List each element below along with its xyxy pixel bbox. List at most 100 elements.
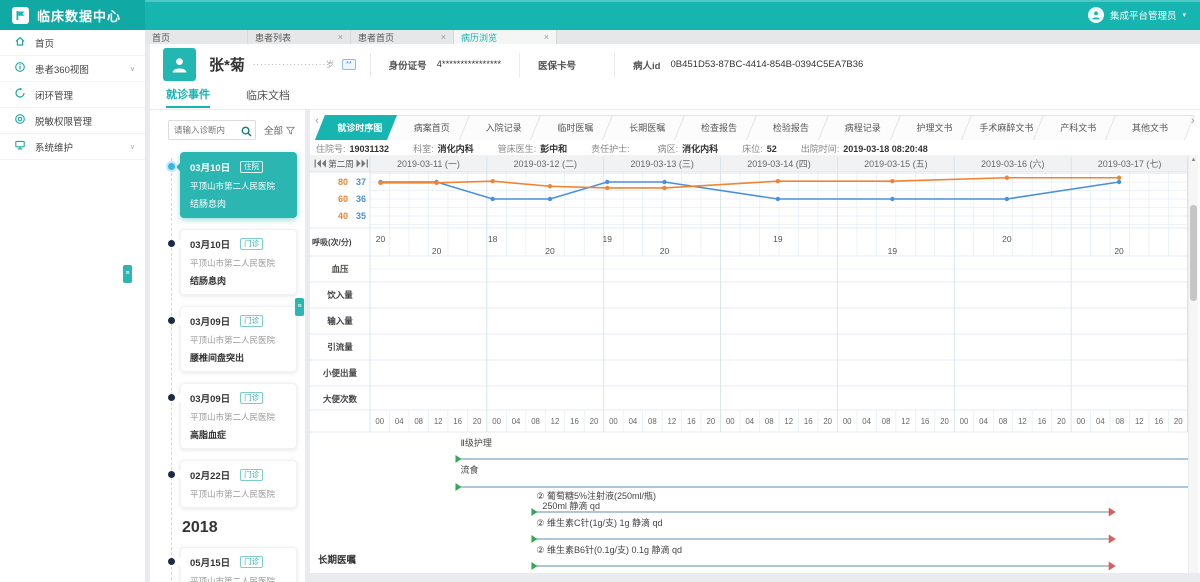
timeline-collapse-handle[interactable]: ≡ — [295, 298, 304, 316]
scroll-up-arrow[interactable]: ▲ — [1189, 155, 1198, 165]
time-axis-tick: 00 — [726, 417, 735, 426]
timeline-event-card[interactable]: 03月09日 门诊 平顶山市第二人民医院 高脂血症 — [168, 383, 297, 449]
sidebar-item-2[interactable]: 患者360视图 ∨ — [0, 56, 145, 82]
doc-tab-label: 检查报告 — [701, 122, 738, 133]
respiration-value: 20 — [660, 246, 670, 256]
patient-name: 张*菊 — [209, 57, 245, 74]
sidebar-item-5[interactable]: 系统维护 ∨ — [0, 134, 145, 160]
visit-timeline-panel: 全部 03月10日住院平顶山市第二人民医院结肠息肉 03月10日门诊平顶山市第二人… — [150, 110, 305, 582]
timeline-date-row: 03月10日 住院 — [190, 160, 287, 174]
patient-field-label: 医保卡号 — [538, 60, 577, 72]
vitals-chart: 第二周 2019-03-11 (一) 2019-03-12 (二) 2019-03-1… — [310, 155, 1188, 573]
timeline-date-row: 05月15日 门诊 — [190, 555, 287, 569]
event-diagnosis: 结肠息肉 — [190, 199, 227, 209]
admission-info-row: 住院号: 19031132 科室: 消化内科 管床医生: 彭中和 责任护士: 病区: 消化内科床… — [316, 141, 1196, 155]
temperature-point — [490, 196, 495, 202]
event-type-badge: 门诊 — [240, 556, 264, 568]
doc-tab-6[interactable]: 检查报告 — [683, 114, 755, 140]
search-icon[interactable] — [241, 124, 252, 142]
filter-control[interactable]: 全部 — [264, 123, 296, 137]
window-tab-label: 患者首页 — [358, 32, 395, 43]
user-menu[interactable]: 集成平台管理员 ▾ — [1087, 0, 1186, 30]
close-icon[interactable]: × — [544, 32, 549, 42]
user-avatar-icon — [1087, 7, 1104, 23]
close-icon[interactable]: × — [441, 32, 446, 42]
timeline-event-card[interactable]: 05月15日 门诊 平顶山市第二人民医院 — [168, 547, 297, 582]
window-tab-2[interactable]: 患者列表 × — [248, 30, 351, 44]
respiration-value: 19 — [888, 246, 898, 256]
doc-tab-5[interactable]: 长期医嘱 — [611, 114, 683, 140]
close-icon[interactable]: × — [338, 32, 343, 42]
sidebar-item-4[interactable]: 脱敏权限管理 — [0, 108, 145, 134]
event-date: 03月10日 — [190, 240, 231, 251]
sidebar-item-3[interactable]: 闭环管理 — [0, 82, 145, 108]
doc-tab-3[interactable]: 入院记录 — [468, 114, 540, 140]
respiration-value: 20 — [1002, 234, 1012, 244]
pulse-axis-tick: 80 — [338, 177, 348, 187]
admission-field-value: 彭中和 — [540, 143, 568, 154]
timeline-date-row: 03月10日 门诊 — [190, 237, 287, 251]
doc-tab-label: 长期医嘱 — [629, 122, 666, 133]
week-nav-bar — [366, 159, 368, 168]
time-axis-tick: 00 — [1077, 417, 1086, 426]
scrollbar-thumb[interactable] — [1190, 205, 1197, 301]
respiration-value: 20 — [376, 234, 386, 244]
time-axis-tick: 12 — [551, 417, 560, 426]
event-type-badge: 门诊 — [240, 315, 264, 327]
orders-group-label: 长期医嘱 — [318, 554, 356, 566]
doc-tab-label: 就诊时序图 — [337, 122, 383, 133]
patient-field-1: 身份证号 4**************** — [369, 52, 519, 77]
timeline-event-card[interactable]: 03月10日 门诊 平顶山市第二人民医院 结肠息肉 — [168, 229, 297, 295]
time-axis-tick: 00 — [609, 417, 618, 426]
doc-tab-9[interactable]: 护理文书 — [899, 114, 971, 140]
doc-tab-2[interactable]: 病案首页 — [396, 114, 468, 140]
temperature-point — [775, 196, 781, 202]
patient-field-3: 病人id 0B451D53-87BC-4414-854B-0394C5EA7B36 — [614, 52, 881, 77]
time-axis-tick: 12 — [668, 417, 677, 426]
patient-field-label: 病人id — [633, 60, 661, 72]
document-tabs: 就诊时序图 病案首页 入院记录 临时医嘱 长期医嘱 检查报告 检验报告 病程记录 护理文书 手术麻… — [310, 114, 1200, 140]
tab-clinical-docs[interactable]: 临床文档 — [246, 87, 290, 107]
doc-tab-12[interactable]: 其他文书 — [1114, 114, 1186, 140]
event-type-badge: 门诊 — [240, 238, 264, 250]
patient-gender-badge: ** — [342, 59, 356, 70]
sidebar-item-1[interactable]: 首页 — [0, 30, 145, 56]
time-axis-tick: 04 — [395, 417, 404, 426]
doc-tab-10[interactable]: 手术麻醉文书 — [970, 114, 1042, 140]
doc-tab-1[interactable]: 就诊时序图 — [324, 114, 396, 140]
temperature-point — [1004, 196, 1010, 202]
doc-tab-11[interactable]: 产科文书 — [1042, 114, 1114, 140]
timeline-event-card[interactable]: 03月09日 门诊 平顶山市第二人民医院 腰椎间盘突出 — [168, 306, 297, 372]
doc-tab-label: 入院记录 — [485, 122, 522, 133]
admission-field-value: 52 — [766, 143, 777, 154]
doc-tab-4[interactable]: 临时医嘱 — [539, 114, 611, 140]
temp-axis-tick: 37 — [356, 177, 366, 187]
time-axis-tick: 12 — [1018, 417, 1027, 426]
window-tab-3[interactable]: 患者首页 × — [351, 30, 454, 44]
doc-tab-label: 其他文书 — [1132, 122, 1169, 133]
timeline-event-card[interactable]: 02月22日 门诊 平顶山市第二人民医院 — [168, 460, 297, 508]
temp-axis-tick: 35 — [356, 211, 366, 221]
sidebar-collapse-handle[interactable]: ≡ — [123, 265, 132, 283]
order-end-arrow — [1108, 561, 1116, 571]
doc-tab-label: 检验报告 — [772, 122, 809, 133]
admission-field-value: 2019-03-18 08:20:48 — [843, 143, 928, 154]
time-axis-tick: 16 — [921, 417, 930, 426]
doc-tab-8[interactable]: 病程记录 — [827, 114, 899, 140]
patient360-icon — [14, 61, 26, 76]
window-tab-4[interactable]: 病历浏览 × — [454, 30, 557, 44]
time-axis-tick: 20 — [706, 417, 715, 426]
date-header-label: 2019-03-15 (五) — [864, 159, 928, 169]
admission-field-value: 消化内科 — [682, 143, 719, 154]
doc-tab-7[interactable]: 检验报告 — [755, 114, 827, 140]
admission-field-label: 病区: — [657, 143, 679, 154]
time-axis-tick: 08 — [414, 417, 423, 426]
tab-visit-events[interactable]: 就诊事件 — [166, 86, 210, 108]
window-tab-1[interactable]: 首页 — [145, 30, 248, 44]
doc-tab-label: 临时医嘱 — [557, 122, 594, 133]
doc-tab-label: 病案首页 — [413, 122, 450, 133]
doc-tabs-next-arrow[interactable]: › — [1188, 115, 1198, 127]
timeline-event-card[interactable]: 03月10日 住院 平顶山市第二人民医院 结肠息肉 — [168, 152, 297, 218]
doc-tab-label: 病程记录 — [844, 122, 881, 133]
order-start-marker — [531, 562, 538, 570]
